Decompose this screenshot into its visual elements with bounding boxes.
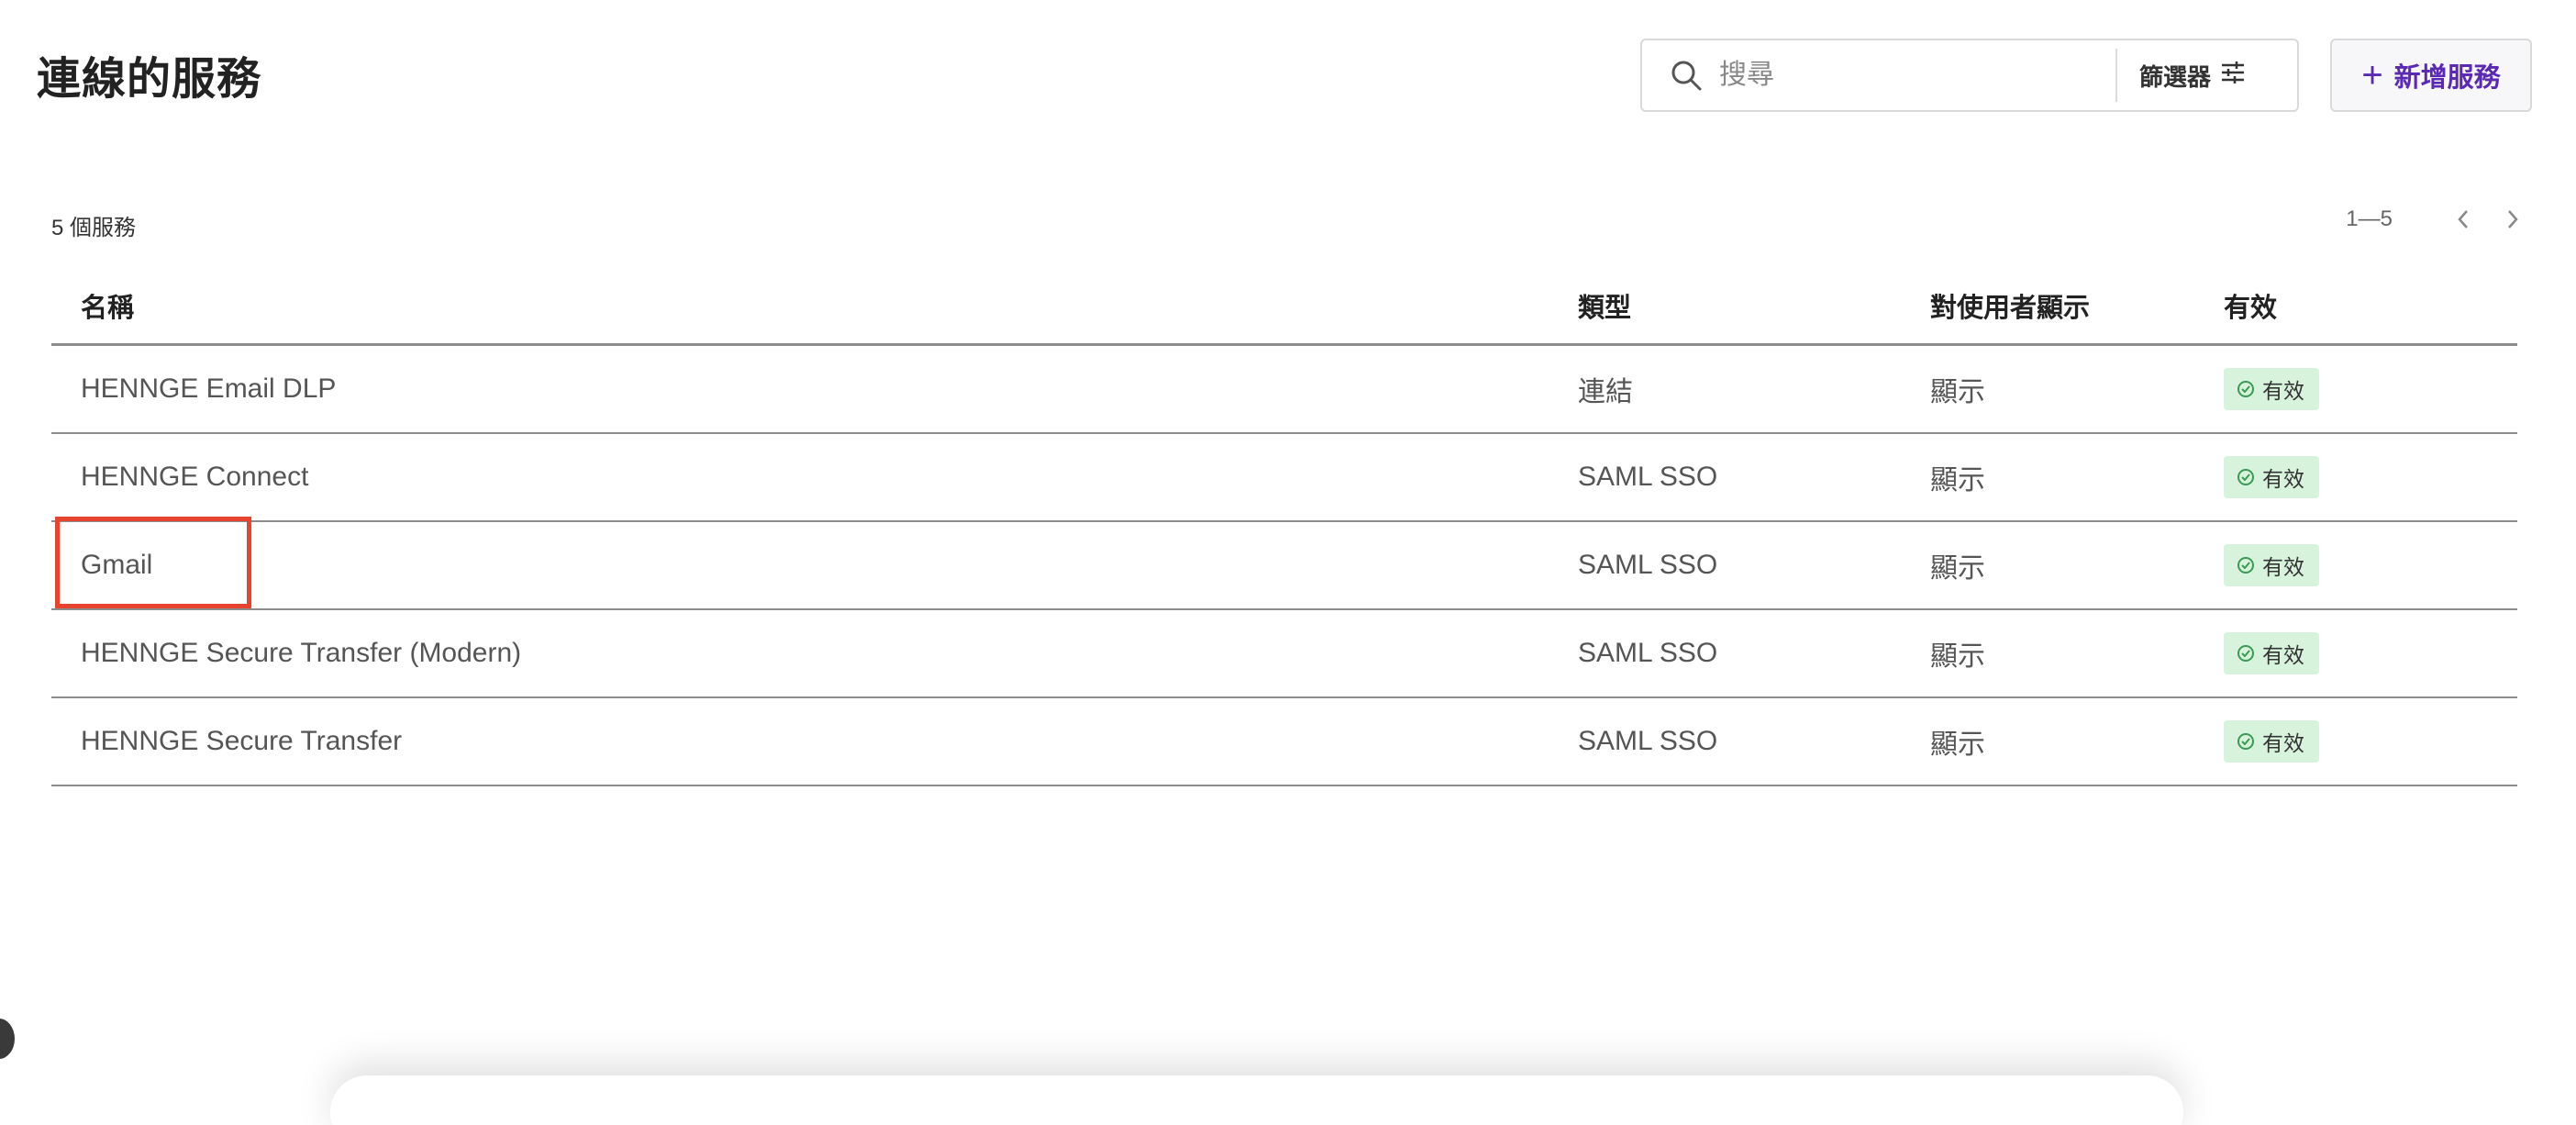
check-circle-icon <box>2237 469 2254 485</box>
column-header-visibility[interactable]: 對使用者顯示 <box>1930 286 2224 325</box>
filter-label: 篩選器 <box>2139 62 2212 91</box>
service-type: 連結 <box>1578 377 1633 407</box>
search-input[interactable] <box>1717 59 2106 92</box>
filter-button[interactable]: 篩選器 <box>2139 59 2246 93</box>
side-handle[interactable] <box>0 1019 15 1059</box>
search-icon <box>1668 57 1704 94</box>
service-type: SAML SSO <box>1578 638 1718 668</box>
column-header-name[interactable]: 名稱 <box>51 286 1578 325</box>
status-cell: 有效 <box>2224 544 2517 586</box>
service-visibility: 顯示 <box>1930 641 1985 672</box>
status-cell: 有效 <box>2224 456 2517 498</box>
status-cell: 有效 <box>2224 720 2517 763</box>
chevron-left-icon[interactable] <box>2448 204 2479 235</box>
search-divider <box>2115 49 2117 102</box>
service-visibility: 顯示 <box>1930 730 1985 760</box>
check-circle-icon <box>2237 645 2254 662</box>
status-badge: 有效 <box>2224 368 2319 410</box>
check-circle-icon <box>2237 381 2254 397</box>
service-name[interactable]: Gmail <box>51 550 1578 581</box>
status-badge: 有效 <box>2224 632 2319 674</box>
check-circle-icon <box>2237 733 2254 750</box>
page-title: 連線的服務 <box>37 55 262 104</box>
status-badge: 有效 <box>2224 456 2319 498</box>
service-type: SAML SSO <box>1578 550 1718 580</box>
service-visibility: 顯示 <box>1930 377 1985 407</box>
plus-icon: + <box>2361 55 2383 95</box>
service-type: SAML SSO <box>1578 462 1718 492</box>
table-row[interactable]: Gmail SAML SSO 顯示 有效 <box>51 522 2517 610</box>
service-count: 5 個服務 <box>51 216 137 240</box>
column-header-status[interactable]: 有效 <box>2224 286 2517 325</box>
service-visibility: 顯示 <box>1930 553 1985 584</box>
add-service-button[interactable]: + 新增服務 <box>2330 39 2532 112</box>
bottom-panel-edge <box>330 1075 2183 1125</box>
status-cell: 有效 <box>2224 632 2517 674</box>
table-header: 名稱 類型 對使用者顯示 有效 <box>51 268 2517 346</box>
service-name[interactable]: HENNGE Connect <box>51 462 1578 493</box>
sliders-icon <box>2211 61 2246 91</box>
service-visibility: 顯示 <box>1930 465 1985 496</box>
service-name[interactable]: HENNGE Secure Transfer <box>51 726 1578 757</box>
table-row[interactable]: HENNGE Connect SAML SSO 顯示 有效 <box>51 434 2517 522</box>
page: 連線的服務 篩選器 + 新增服 <box>0 0 2576 1125</box>
status-label: 有效 <box>2262 643 2304 667</box>
service-name[interactable]: HENNGE Secure Transfer (Modern) <box>51 638 1578 669</box>
status-label: 有效 <box>2262 467 2304 491</box>
status-label: 有效 <box>2262 379 2304 403</box>
status-label: 有效 <box>2262 555 2304 579</box>
table-row[interactable]: HENNGE Secure Transfer SAML SSO 顯示 有效 <box>51 698 2517 786</box>
status-badge: 有效 <box>2224 544 2319 586</box>
pagination-range: 1—5 <box>2346 206 2393 231</box>
service-name[interactable]: HENNGE Email DLP <box>51 373 1578 405</box>
status-label: 有效 <box>2262 731 2304 755</box>
search-box: 篩選器 <box>1640 39 2299 112</box>
column-header-type[interactable]: 類型 <box>1578 286 1930 325</box>
table-row[interactable]: HENNGE Secure Transfer (Modern) SAML SSO… <box>51 610 2517 698</box>
table-row[interactable]: HENNGE Email DLP 連結 顯示 有效 <box>51 346 2517 434</box>
pagination: 1—5 <box>2346 204 2528 235</box>
add-service-label: 新增服務 <box>2393 63 2501 93</box>
status-cell: 有效 <box>2224 368 2517 410</box>
check-circle-icon <box>2237 557 2254 574</box>
chevron-right-icon[interactable] <box>2497 204 2528 235</box>
services-table: 名稱 類型 對使用者顯示 有效 HENNGE Email DLP 連結 顯示 有… <box>51 268 2517 786</box>
status-badge: 有效 <box>2224 720 2319 763</box>
service-type: SAML SSO <box>1578 726 1718 756</box>
